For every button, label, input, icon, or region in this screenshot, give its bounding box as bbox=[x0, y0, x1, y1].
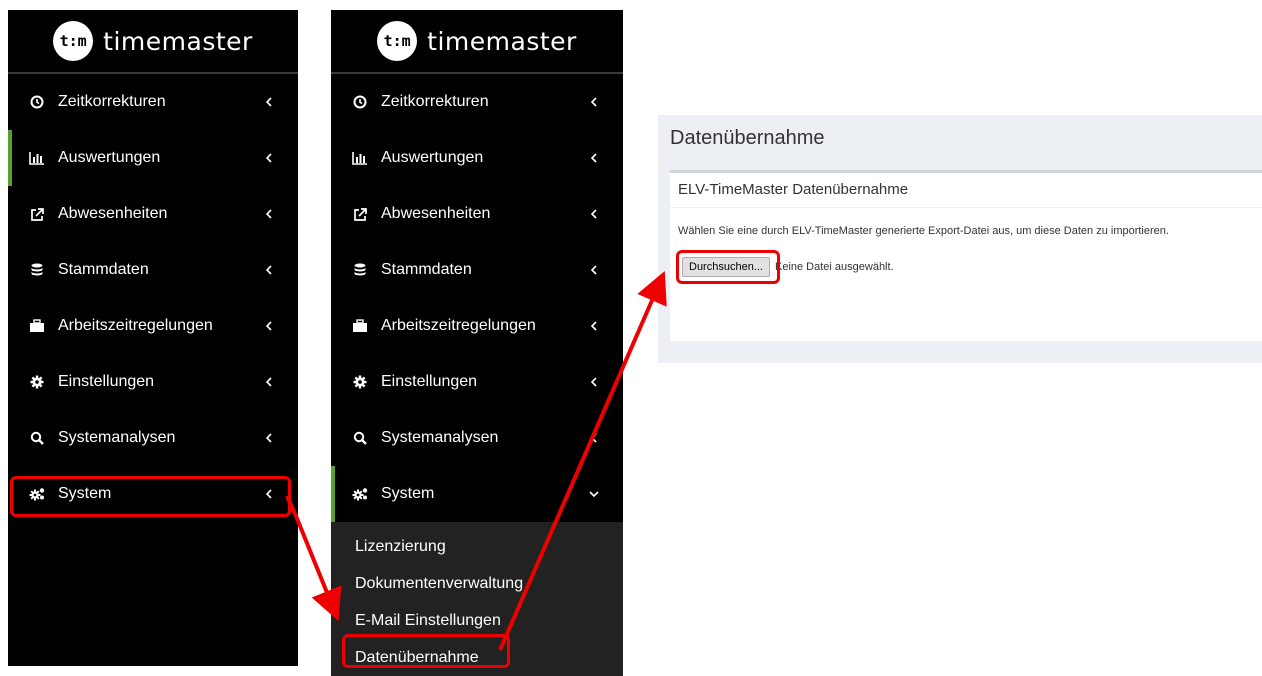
gear-icon bbox=[28, 373, 46, 391]
logo-icon: t:m bbox=[377, 21, 418, 61]
chevron-left-icon bbox=[587, 95, 601, 109]
sidebar-expanded: t:m timemaster Zeitkorrekturen Auswertun… bbox=[331, 10, 623, 676]
box-title: ELV-TimeMaster Datenübernahme bbox=[678, 181, 909, 198]
menu-item-auswertungen[interactable]: Auswertungen bbox=[8, 130, 298, 186]
menu-item-auswertungen[interactable]: Auswertungen bbox=[331, 130, 623, 186]
external-link-icon bbox=[28, 205, 46, 223]
chevron-left-icon bbox=[262, 319, 276, 333]
menu-label: Abwesenheiten bbox=[58, 205, 168, 222]
menu-item-systemanalysen[interactable]: Systemanalysen bbox=[8, 410, 298, 466]
menu-label: Stammdaten bbox=[58, 261, 149, 278]
menu-label: Arbeitszeitregelungen bbox=[381, 317, 536, 334]
brand-name: timemaster bbox=[103, 26, 253, 56]
bar-chart-icon bbox=[28, 149, 46, 167]
menu-label: Systemanalysen bbox=[381, 429, 499, 446]
chevron-left-icon bbox=[262, 263, 276, 277]
menu-item-abwesenheiten[interactable]: Abwesenheiten bbox=[331, 186, 623, 242]
clock-icon bbox=[351, 93, 369, 111]
menu-item-einstellungen[interactable]: Einstellungen bbox=[331, 354, 623, 410]
cogs-icon bbox=[351, 485, 369, 503]
description-text: Wählen Sie eine durch ELV-TimeMaster gen… bbox=[678, 225, 1169, 237]
clock-icon bbox=[28, 93, 46, 111]
chevron-left-icon bbox=[262, 375, 276, 389]
brand-name: timemaster bbox=[427, 26, 577, 56]
menu-item-einstellungen[interactable]: Einstellungen bbox=[8, 354, 298, 410]
gear-icon bbox=[351, 373, 369, 391]
chevron-left-icon bbox=[587, 319, 601, 333]
divider bbox=[670, 207, 1262, 208]
menu-item-stammdaten[interactable]: Stammdaten bbox=[331, 242, 623, 298]
menu-item-stammdaten[interactable]: Stammdaten bbox=[8, 242, 298, 298]
chevron-left-icon bbox=[587, 207, 601, 221]
menu-label: Stammdaten bbox=[381, 261, 472, 278]
menu-label: Auswertungen bbox=[381, 149, 484, 166]
menu-item-arbeitszeitregelungen[interactable]: Arbeitszeitregelungen bbox=[8, 298, 298, 354]
brand-header[interactable]: t:m timemaster bbox=[8, 10, 298, 74]
main-menu: Zeitkorrekturen Auswertungen Abwesenheit… bbox=[331, 74, 623, 522]
external-link-icon bbox=[351, 205, 369, 223]
bar-chart-icon bbox=[351, 149, 369, 167]
chevron-left-icon bbox=[262, 207, 276, 221]
no-file-status: Keine Datei ausgewählt. bbox=[774, 261, 894, 273]
menu-label: Zeitkorrekturen bbox=[381, 93, 489, 110]
highlight-browse-button bbox=[676, 250, 780, 284]
menu-label: Einstellungen bbox=[381, 373, 478, 390]
content-panel: Datenübernahme ELV-TimeMaster Datenübern… bbox=[658, 115, 1262, 363]
chevron-down-icon bbox=[587, 487, 601, 501]
menu-label: System bbox=[381, 485, 435, 502]
database-icon bbox=[28, 261, 46, 279]
highlight-datenuebernahme bbox=[342, 634, 510, 668]
menu-label: Auswertungen bbox=[58, 149, 161, 166]
menu-label: Systemanalysen bbox=[58, 429, 176, 446]
menu-item-abwesenheiten[interactable]: Abwesenheiten bbox=[8, 186, 298, 242]
search-icon bbox=[28, 429, 46, 447]
page-title: Datenübernahme bbox=[670, 127, 825, 149]
menu-label: Arbeitszeitregelungen bbox=[58, 317, 213, 334]
briefcase-icon bbox=[351, 317, 369, 335]
menu-item-zeitkorrekturen[interactable]: Zeitkorrekturen bbox=[8, 74, 298, 130]
chevron-left-icon bbox=[262, 95, 276, 109]
logo-icon: t:m bbox=[53, 21, 94, 61]
chevron-left-icon bbox=[262, 151, 276, 165]
main-menu: Zeitkorrekturen Auswertungen Abwesenheit… bbox=[8, 74, 298, 522]
sidebar-collapsed: t:m timemaster Zeitkorrekturen Auswertun… bbox=[8, 10, 298, 666]
briefcase-icon bbox=[28, 317, 46, 335]
chevron-left-icon bbox=[587, 263, 601, 277]
highlight-system bbox=[10, 476, 291, 517]
menu-label: Zeitkorrekturen bbox=[58, 93, 166, 110]
database-icon bbox=[351, 261, 369, 279]
chevron-left-icon bbox=[587, 375, 601, 389]
menu-item-zeitkorrekturen[interactable]: Zeitkorrekturen bbox=[331, 74, 623, 130]
submenu-item-lizenzierung[interactable]: Lizenzierung bbox=[331, 528, 623, 565]
submenu-item-dokumentenverwaltung[interactable]: Dokumentenverwaltung bbox=[331, 565, 623, 602]
chevron-left-icon bbox=[587, 151, 601, 165]
chevron-left-icon bbox=[587, 431, 601, 445]
search-icon bbox=[351, 429, 369, 447]
menu-item-arbeitszeitregelungen[interactable]: Arbeitszeitregelungen bbox=[331, 298, 623, 354]
menu-label: Abwesenheiten bbox=[381, 205, 491, 222]
chevron-left-icon bbox=[262, 431, 276, 445]
menu-item-system[interactable]: System bbox=[331, 466, 623, 522]
brand-header[interactable]: t:m timemaster bbox=[331, 10, 623, 74]
menu-label: Einstellungen bbox=[58, 373, 155, 390]
menu-item-systemanalysen[interactable]: Systemanalysen bbox=[331, 410, 623, 466]
